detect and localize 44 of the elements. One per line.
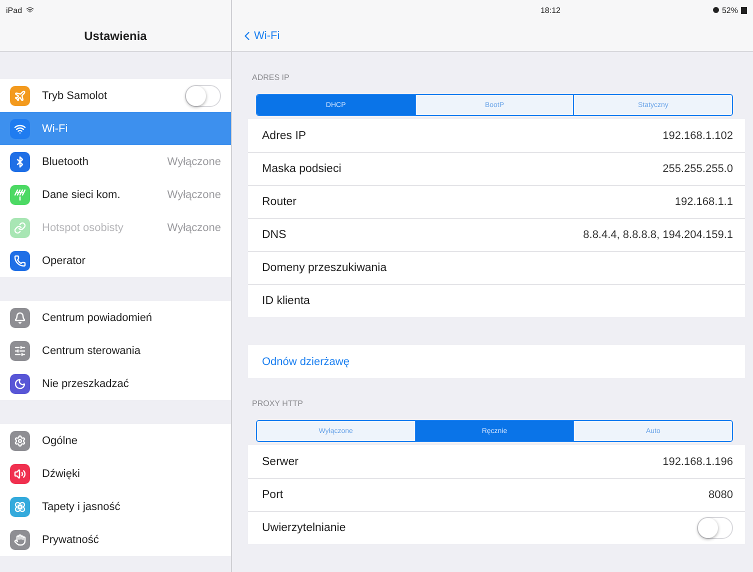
row-label: DNS — [262, 229, 286, 241]
row-value: 192.168.1.196 — [662, 456, 733, 468]
item-value: Wyłączone — [167, 156, 221, 168]
row-label: Port — [262, 489, 284, 501]
toggle-switch[interactable] — [697, 517, 733, 539]
row-label: Domeny przeszukiwania — [262, 262, 387, 274]
item-value: Wyłączone — [167, 188, 221, 200]
row-value: 255.255.255.0 — [662, 163, 733, 175]
row-label: ID klienta — [262, 295, 310, 307]
status-time: 18:12 — [540, 6, 560, 14]
battery-icon — [740, 6, 747, 14]
item-label: Wi-Fi — [42, 122, 69, 134]
item-value: Wyłączone — [167, 222, 221, 234]
item-label: Tapety i jasność — [42, 500, 122, 512]
section-header: PROXY HTTP — [251, 398, 304, 410]
item-label: Hotspot osobisty — [42, 222, 124, 234]
item-label: Nie przeszkadzać — [42, 378, 130, 390]
item-label: Prywatność — [42, 534, 100, 546]
row-value: 192.168.1.102 — [662, 130, 733, 142]
item-label: Dźwięki — [42, 468, 81, 480]
item-label: Tryb Samolot — [42, 90, 108, 102]
device-name: iPad — [6, 6, 22, 14]
lock-icon — [712, 7, 719, 13]
toggle-switch[interactable] — [185, 84, 221, 106]
item-label: Bluetooth — [42, 156, 90, 168]
row-label: Uwierzytelnianie — [262, 522, 346, 534]
row-label: Maska podsieci — [262, 163, 342, 175]
row-label: Router — [262, 196, 297, 208]
item-label: Centrum powiadomień — [42, 312, 154, 324]
back-link[interactable]: Wi-Fi — [240, 28, 280, 42]
item-label: Operator — [42, 254, 86, 266]
section-header: ADRES IP — [251, 72, 290, 84]
renew-lease-link[interactable]: Odnów dzierżawę — [262, 356, 350, 368]
item-label: Centrum sterowania — [42, 344, 142, 356]
sidebar-title: Ustawienia — [84, 28, 147, 42]
row-value: 8080 — [708, 489, 733, 501]
row-label: Serwer — [262, 456, 298, 468]
wifi-icon — [26, 6, 34, 14]
row-value: 8.8.4.4, 8.8.8.8, 194.204.159.1 — [583, 229, 733, 241]
row-value: 192.168.1.1 — [674, 196, 733, 208]
battery-level: 52% — [722, 6, 738, 14]
item-label: Ogólne — [42, 434, 78, 446]
item-label: Dane sieci kom. — [42, 188, 122, 200]
row-label: Adres IP — [262, 130, 306, 142]
